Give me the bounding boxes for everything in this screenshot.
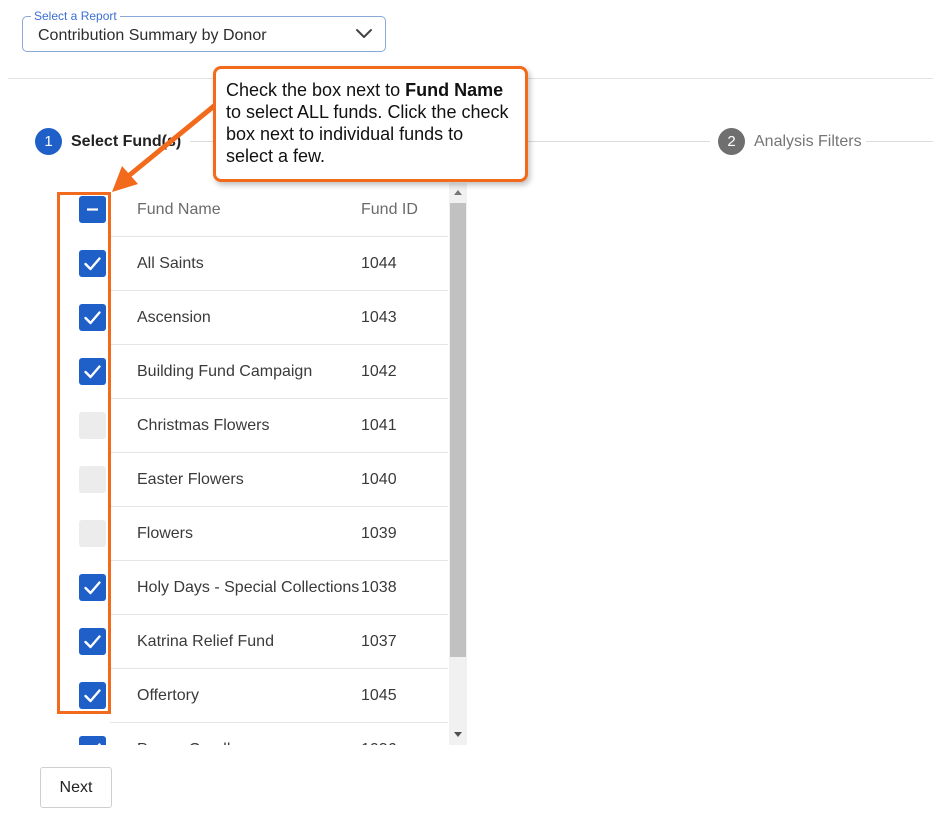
check-icon — [97, 743, 101, 745]
step-analysis-filters[interactable]: 2 Analysis Filters — [718, 128, 862, 155]
table-row[interactable]: Offertory 1045 — [52, 669, 448, 723]
fund-id-cell: 1042 — [361, 363, 397, 380]
fund-table: Fund Name Fund ID All Saints 1044 Ascensio… — [52, 183, 448, 745]
report-select[interactable]: Select a Report Contribution Summary by … — [22, 9, 386, 52]
instruction-callout: Check the box next to Fund Name to selec… — [213, 66, 528, 182]
table-row[interactable]: All Saints 1044 — [52, 237, 448, 291]
step-number: 2 — [718, 128, 745, 155]
table-row[interactable]: Katrina Relief Fund 1037 — [52, 615, 448, 669]
fund-id-cell: 1044 — [361, 255, 397, 272]
callout-text-before: Check the box next to — [226, 80, 406, 100]
fund-id-cell: 1043 — [361, 309, 397, 326]
step-label: Select Fund(s) — [71, 132, 182, 150]
table-row[interactable]: Ascension 1043 — [52, 291, 448, 345]
table-row[interactable]: Christmas Flowers 1041 — [52, 399, 448, 453]
table-row[interactable]: Easter Flowers 1040 — [52, 453, 448, 507]
step-label: Analysis Filters — [754, 132, 862, 150]
fund-id-cell: 1039 — [361, 525, 397, 542]
fund-id-cell: 1040 — [361, 471, 397, 488]
fund-name-cell: Easter Flowers — [137, 471, 244, 488]
column-header-fund-id[interactable]: Fund ID — [361, 200, 418, 220]
callout-text-bold: Fund Name — [405, 80, 504, 100]
step-select-funds[interactable]: 1 Select Fund(s) — [35, 128, 181, 155]
fund-id-cell: 1038 — [361, 579, 397, 596]
report-select-legend: Select a Report — [31, 9, 120, 23]
fund-id-cell: 1041 — [361, 417, 397, 434]
stepper-connector — [866, 141, 933, 142]
row-checkbox[interactable] — [79, 736, 106, 745]
table-row[interactable]: Flowers 1039 — [52, 507, 448, 561]
column-header-fund-name[interactable]: Fund Name — [137, 200, 221, 220]
fund-name-cell: Building Fund Campaign — [137, 363, 313, 380]
scroll-up-icon[interactable] — [454, 190, 462, 195]
checkbox-highlight-annotation — [57, 192, 111, 714]
table-row[interactable]: Building Fund Campaign 1042 — [52, 345, 448, 399]
fund-name-cell: Ascension — [137, 309, 211, 326]
fund-id-cell: 1036 — [361, 740, 397, 745]
fund-name-cell: Christmas Flowers — [137, 417, 270, 434]
callout-text-after: to select ALL funds. Click the check box… — [226, 102, 509, 166]
fund-name-cell: Holy Days - Special Collections — [137, 579, 360, 596]
fund-name-cell: Flowers — [137, 525, 194, 542]
next-button[interactable]: Next — [40, 767, 112, 808]
fund-name-cell: Offertory — [137, 687, 199, 704]
chevron-down-icon — [356, 29, 372, 38]
table-header-row: Fund Name Fund ID — [52, 183, 448, 237]
fund-id-cell: 1045 — [361, 687, 397, 704]
table-row[interactable]: Prayer Candles 1036 — [52, 723, 448, 745]
scrollbar-thumb[interactable] — [450, 203, 466, 657]
fund-name-cell: Katrina Relief Fund — [137, 633, 274, 650]
scroll-down-icon[interactable] — [454, 732, 462, 737]
table-row[interactable]: Holy Days - Special Collections 1038 — [52, 561, 448, 615]
table-scrollbar[interactable] — [449, 183, 467, 745]
step-number: 1 — [35, 128, 62, 155]
report-select-value: Contribution Summary by Donor — [38, 27, 267, 44]
fund-id-cell: 1037 — [361, 633, 397, 650]
fund-name-cell: All Saints — [137, 255, 204, 272]
fund-name-cell: Prayer Candles — [137, 740, 247, 745]
